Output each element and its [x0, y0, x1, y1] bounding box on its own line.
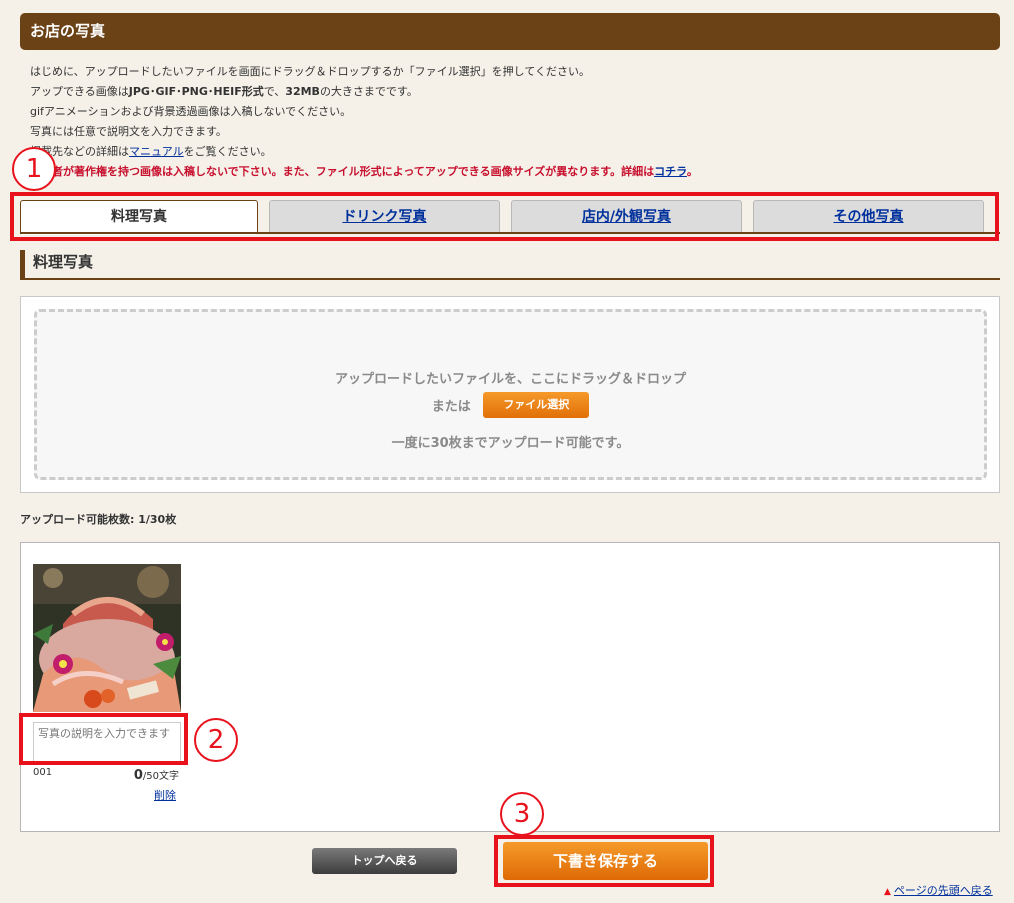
page-top-link[interactable]: ▲ ページの先頭へ戻る	[884, 882, 993, 898]
upload-limit-text: 一度に30枚までアップロード可能です。	[391, 436, 630, 451]
format-text: JPG･GIF･PNG･HEIF形式	[128, 85, 264, 98]
annotation-badge-1: 1	[12, 147, 56, 191]
text: の大きさまでです。	[319, 85, 418, 98]
drop-zone[interactable]: アップロードしたいファイルを、ここにドラッグ＆ドロップ または ファイル選択 一…	[34, 309, 987, 480]
text: アップできる画像は	[30, 85, 129, 98]
char-counter: 0/50文字	[121, 767, 179, 783]
select-row: または ファイル選択	[37, 392, 984, 418]
size-text: 32MB	[285, 85, 320, 98]
text: 。	[686, 165, 698, 178]
annotation-highlight-save	[494, 835, 714, 887]
section-title: 料理写真	[20, 250, 1000, 280]
page-title: お店の写真	[30, 22, 106, 40]
instructions: はじめに、アップロードしたいファイルを画面にドラッグ＆ドロップするか「ファイル選…	[30, 62, 1000, 182]
annotation-badge-3: 3	[500, 792, 544, 836]
char-count: 0	[133, 768, 143, 783]
instruction-line: gifアニメーションおよび背景透過画像は入稿しないでください。	[30, 105, 352, 118]
drop-instruction: アップロードしたいファイルを、ここにドラッグ＆ドロップ	[334, 372, 686, 387]
upload-count: アップロード可能枚数: 1/30枚	[20, 513, 177, 526]
or-label: または	[431, 399, 471, 415]
warning-text: 第三者が著作権を持つ画像は入稿しないで下さい。また、ファイル形式によってアップで…	[30, 165, 655, 178]
manual-link[interactable]: マニュアル	[129, 145, 184, 158]
char-limit: /50文字	[142, 771, 179, 782]
instruction-line: 掲載先などの詳細はマニュアルをご覧ください。	[30, 142, 1000, 162]
sashimi-platter-image	[33, 564, 181, 712]
text: で、	[263, 85, 286, 98]
back-to-top-button[interactable]: トップへ戻る	[312, 848, 457, 874]
copyright-warning: 第三者が著作権を持つ画像は入稿しないで下さい。また、ファイル形式によってアップで…	[30, 162, 1000, 182]
instruction-line: はじめに、アップロードしたいファイルを画面にドラッグ＆ドロップするか「ファイル選…	[30, 65, 591, 78]
instruction-line: アップできる画像はJPG･GIF･PNG･HEIF形式で、32MBの大きさまでで…	[30, 82, 1000, 102]
page-top-label: ページの先頭へ戻る	[893, 884, 993, 897]
page-header: お店の写真	[20, 13, 1000, 50]
instruction-line: 写真には任意で説明文を入力できます。	[30, 125, 227, 138]
photo-thumbnail[interactable]	[33, 564, 181, 712]
delete-photo-link[interactable]: 削除	[154, 787, 176, 803]
uploaded-photos-area: 001 0/50文字 削除	[20, 542, 1000, 832]
photo-number: 001	[33, 767, 53, 778]
details-link[interactable]: コチラ	[654, 165, 687, 178]
text: をご覧ください。	[183, 145, 272, 158]
annotation-highlight-tabs	[10, 192, 999, 241]
up-triangle-icon: ▲	[884, 887, 891, 897]
annotation-highlight-description	[19, 713, 188, 765]
upload-area: アップロードしたいファイルを、ここにドラッグ＆ドロップ または ファイル選択 一…	[20, 296, 1000, 493]
file-select-button[interactable]: ファイル選択	[483, 392, 590, 418]
annotation-badge-2: 2	[194, 718, 238, 762]
